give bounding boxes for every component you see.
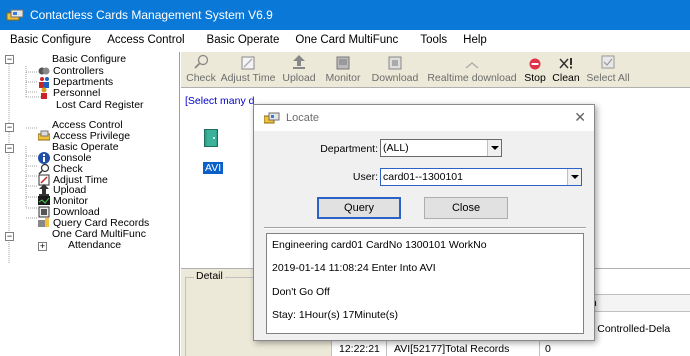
menu-tools[interactable]: Tools <box>406 34 455 46</box>
download-button[interactable]: Download <box>369 52 421 88</box>
result-line-2: 2019-01-14 11:08:24 Enter Into AVI <box>272 262 436 274</box>
tree-label: Personnel <box>53 87 101 99</box>
adjust-time-button[interactable]: Adjust Time <box>219 52 277 88</box>
stop-icon <box>523 52 547 70</box>
dialog-title-bar[interactable]: Locate ✕ <box>254 105 594 131</box>
chevron-down-icon[interactable] <box>487 140 501 156</box>
realtime-download-label: Realtime download <box>427 72 517 84</box>
expander-basic-configure[interactable]: − <box>5 55 14 64</box>
menu-basic-operate[interactable]: Basic Operate <box>193 34 288 46</box>
app-icon <box>6 8 24 22</box>
select-all-button[interactable]: Select All <box>583 52 633 88</box>
department-select[interactable]: (ALL) <box>380 139 502 157</box>
upload-icon <box>279 52 319 70</box>
stop-label: Stop <box>524 72 546 84</box>
chevron-down-icon[interactable] <box>567 169 581 185</box>
download-icon <box>369 52 421 70</box>
expander-one-card-multifunc[interactable]: − <box>5 232 14 241</box>
clean-button[interactable]: Clean <box>551 52 581 88</box>
tree-label: Basic Configure <box>52 53 127 65</box>
clean-icon <box>551 52 581 70</box>
separator <box>264 227 586 229</box>
query-button[interactable]: Query <box>317 197 401 219</box>
close-icon[interactable]: ✕ <box>574 109 586 126</box>
door-icon[interactable] <box>204 129 218 147</box>
title-bar: Contactless Cards Management System V6.9 <box>0 0 690 30</box>
close-button[interactable]: Close <box>424 197 508 219</box>
grid-line <box>539 339 540 356</box>
result-line-3: Don't Go Off <box>272 286 330 298</box>
result-line-1: Engineering card01 CardNo 1300101 WorkNo <box>272 239 487 251</box>
menu-one-card-multifunc[interactable]: One Card MultiFunc <box>287 34 406 46</box>
menu-basic-configure[interactable]: Basic Configure <box>0 34 99 46</box>
department-value: (ALL) <box>383 142 409 154</box>
tree-attendance[interactable]: Attendance <box>68 239 121 251</box>
detail-label: Detail <box>194 270 225 282</box>
check-label: Check <box>186 72 216 84</box>
check-button[interactable]: Check <box>185 52 217 88</box>
navigation-tree: − Basic Configure Controllers Department… <box>0 52 180 356</box>
monitor-icon <box>321 52 365 70</box>
door-label[interactable]: AVI <box>203 162 224 174</box>
expander-access-control[interactable]: − <box>5 123 14 132</box>
query-records-icon <box>38 217 50 229</box>
user-label: User: <box>352 171 378 183</box>
menu-bar: Basic Configure Access Control Basic Ope… <box>0 30 690 50</box>
result-line-4: Stay: 1Hour(s) 17Minute(s) <box>272 309 399 321</box>
access-privilege-icon <box>37 130 51 142</box>
clean-label: Clean <box>552 72 580 84</box>
grid-cell-time: 12:22:21 <box>339 343 380 355</box>
locate-dialog: Locate ✕ Department: (ALL) User: card01-… <box>253 104 595 341</box>
select-many-link[interactable]: [Select many d <box>185 95 254 107</box>
adjust-time-icon <box>219 52 277 70</box>
stop-button[interactable]: Stop <box>523 52 547 88</box>
select-all-label: Select All <box>586 72 630 84</box>
dialog-title: Locate <box>286 112 320 124</box>
tree-personnel[interactable]: Personnel <box>38 87 100 99</box>
tree-basic-configure[interactable]: Basic Configure <box>52 53 126 65</box>
grid-cell-value: 0 <box>545 343 551 355</box>
realtime-download-icon <box>425 52 519 70</box>
department-label: Department: <box>320 143 378 155</box>
grid-cell-description: or Controlled-Dela <box>585 323 671 335</box>
expander-attendance[interactable]: + <box>38 242 47 251</box>
expander-basic-operate[interactable]: − <box>5 144 14 153</box>
grid-line <box>386 339 387 356</box>
magnifier-icon <box>185 52 217 70</box>
realtime-download-button[interactable]: Realtime download <box>425 52 519 88</box>
monitor-label: Monitor <box>325 72 361 84</box>
monitor-button[interactable]: Monitor <box>321 52 365 88</box>
adjust-time-label: Adjust Time <box>220 72 276 84</box>
grid-cell-record: AVI[52177]Total Records <box>394 343 510 355</box>
grid-column-header[interactable]: on <box>581 294 690 312</box>
window-title: Contactless Cards Management System V6.9 <box>30 8 273 22</box>
menu-help[interactable]: Help <box>455 34 495 46</box>
tree-label: Attendance <box>68 239 122 251</box>
user-select[interactable]: card01--1300101 <box>380 168 582 186</box>
tree-lost-card-register[interactable]: Lost Card Register <box>56 99 144 111</box>
locate-icon <box>263 112 280 124</box>
download-label: Download <box>371 72 419 84</box>
menu-access-control[interactable]: Access Control <box>99 34 192 46</box>
user-value: card01--1300101 <box>383 171 463 183</box>
personnel-icon <box>38 87 50 99</box>
upload-label: Upload <box>282 72 316 84</box>
toolbar: Check Adjust Time Upload Monitor Downloa… <box>181 52 690 88</box>
tree-label: Lost Card Register <box>56 99 144 111</box>
select-all-icon <box>583 52 633 70</box>
locate-result-box: Engineering card01 CardNo 1300101 WorkNo… <box>266 233 584 334</box>
upload-button[interactable]: Upload <box>279 52 319 88</box>
grid-line <box>331 339 332 356</box>
